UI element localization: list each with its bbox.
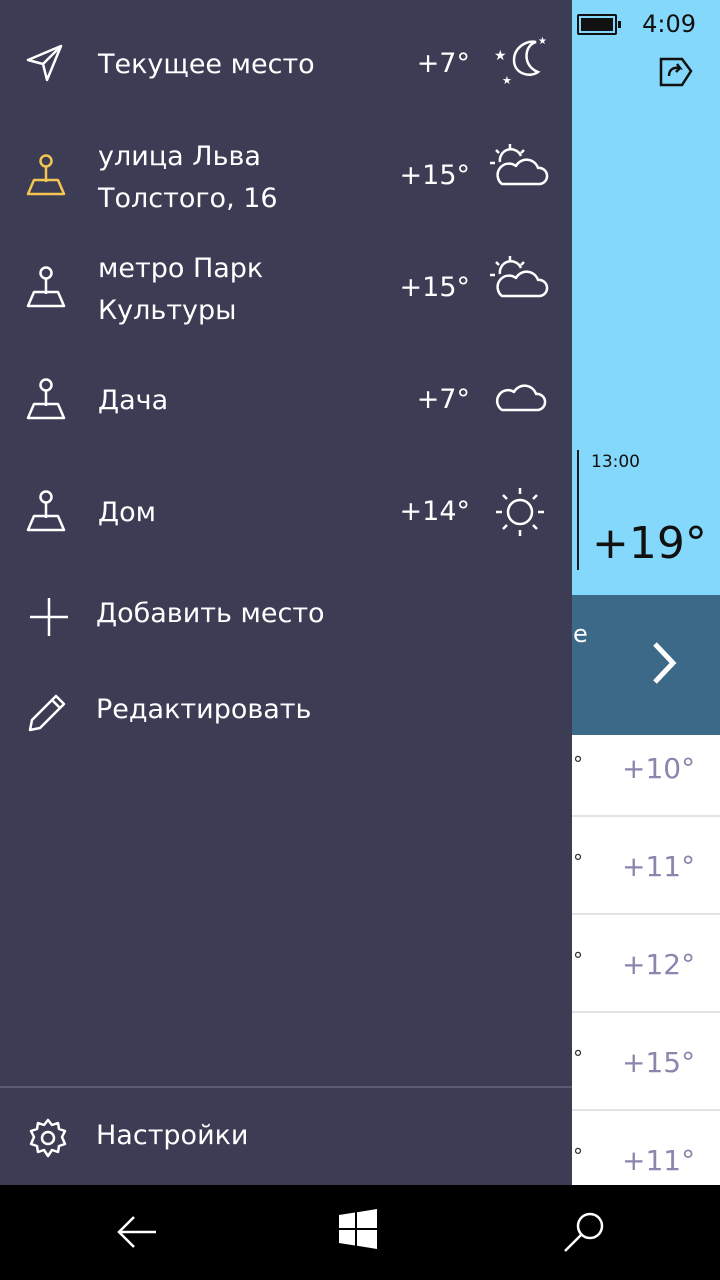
- row-divider: [572, 815, 720, 817]
- svg-text:★: ★: [538, 36, 547, 47]
- row-divider: [572, 1109, 720, 1111]
- search-icon[interactable]: [560, 1209, 608, 1257]
- cloud-icon: [495, 384, 547, 412]
- settings-button[interactable]: Настройки: [0, 1104, 572, 1174]
- partly-cloudy-icon: [490, 256, 549, 298]
- location-item-lva-tolstogo[interactable]: улица Льва Толстого, 16 +15°: [0, 130, 572, 230]
- status-time: 4:09: [642, 10, 696, 38]
- svg-text:★: ★: [494, 48, 507, 64]
- hour-temperature: +19°: [592, 518, 707, 569]
- hour-timeline: [577, 450, 579, 570]
- share-icon[interactable]: [658, 56, 694, 88]
- row-divider: [572, 1011, 720, 1013]
- row-deg: °: [573, 752, 583, 776]
- locations-drawer: Текущее место +7° ★ ★ ★ улица Льва Толст…: [0, 0, 572, 1185]
- plus-icon: [30, 598, 68, 636]
- drawer-divider: [0, 1086, 572, 1088]
- location-temperature: +7°: [416, 384, 470, 415]
- row-divider: [572, 913, 720, 915]
- location-temperature: +15°: [399, 272, 470, 303]
- chevron-right-icon[interactable]: [650, 640, 678, 686]
- row-temperature: +10°: [622, 752, 696, 785]
- location-item-dacha[interactable]: Дача +7°: [0, 360, 572, 444]
- hour-label: 13:00: [591, 452, 640, 472]
- battery-icon: [577, 14, 621, 35]
- location-name: Текущее место: [98, 49, 315, 80]
- add-location-label: Добавить место: [96, 598, 325, 629]
- map-pin-icon: [26, 266, 66, 308]
- row-temperature: +11°: [622, 1144, 696, 1177]
- banner-text: е: [573, 620, 588, 648]
- location-temperature: +7°: [416, 48, 470, 79]
- location-temperature: +15°: [399, 160, 470, 191]
- location-arrow-icon: [26, 44, 63, 82]
- back-arrow-icon[interactable]: [114, 1209, 160, 1255]
- gear-icon: [29, 1118, 67, 1158]
- map-pin-icon: [26, 154, 66, 196]
- location-temperature: +14°: [399, 496, 470, 527]
- edit-locations-button[interactable]: Редактировать: [0, 680, 572, 750]
- row-deg: °: [573, 948, 583, 972]
- map-pin-icon: [26, 490, 66, 532]
- edit-locations-label: Редактировать: [96, 694, 312, 725]
- map-pin-icon: [26, 378, 66, 420]
- pencil-icon: [28, 694, 66, 732]
- location-item-current[interactable]: Текущее место +7° ★ ★ ★: [0, 22, 572, 110]
- row-temperature: +11°: [622, 850, 696, 883]
- night-moon-icon: ★ ★ ★: [494, 36, 547, 87]
- location-name: метро Парк Культуры: [98, 253, 264, 326]
- row-temperature: +12°: [622, 948, 696, 981]
- partly-cloudy-icon: [490, 144, 549, 186]
- row-deg: °: [573, 850, 583, 874]
- location-name: Дача: [98, 385, 169, 416]
- location-item-dom[interactable]: Дом +14°: [0, 470, 572, 558]
- add-location-button[interactable]: Добавить место: [0, 582, 572, 652]
- svg-text:★: ★: [502, 74, 512, 87]
- sun-icon: [496, 488, 544, 536]
- row-deg: °: [573, 1144, 583, 1168]
- location-item-metro-park-kultury[interactable]: метро Парк Культуры +15°: [0, 242, 572, 342]
- location-name: улица Льва Толстого, 16: [98, 141, 278, 214]
- windows-logo-icon[interactable]: [338, 1209, 378, 1249]
- row-temperature: +15°: [622, 1046, 696, 1079]
- settings-label: Настройки: [96, 1120, 249, 1151]
- system-nav-bar: [0, 1185, 720, 1280]
- row-deg: °: [573, 1046, 583, 1070]
- location-name: Дом: [98, 497, 156, 528]
